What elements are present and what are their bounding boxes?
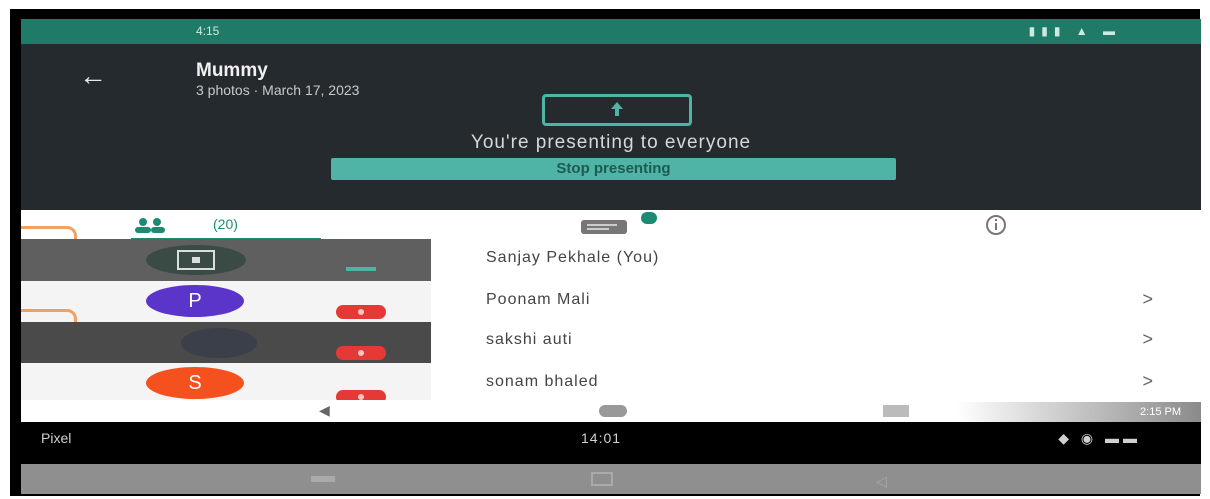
mic-off-icon [336,305,386,319]
participant-name: Sanjay Pekhale (You) [486,249,660,266]
time-toast: 2:15 PM [956,402,1201,422]
chevron-right-icon[interactable]: > [1142,371,1153,392]
tile-participant-p[interactable]: P [21,281,431,322]
page-title: Mummy [196,60,268,81]
nav-back-icon[interactable]: ◀ [319,402,330,419]
chevron-right-icon[interactable]: > [1142,289,1153,310]
meeting-header: ← Mummy 3 photos · March 17, 2023 You're… [21,44,1201,210]
status-bar: 4:15 ▮▮▮ ▲ ▬ [21,19,1201,44]
list-item[interactable]: sonam bhaled > [431,363,1201,403]
arrow-left-icon[interactable]: ← [79,60,107,92]
status-time: 4:15 [196,24,220,38]
chat-badge [641,212,657,224]
participant-list: Sanjay Pekhale (You) Poonam Mali > saksh… [431,239,1201,407]
status-icons: ▮▮▮ ▲ ▬ [1028,24,1121,38]
host-status-bar: Pixel 14:01 ◆ ◉ ▬▬ [21,422,1201,464]
list-item[interactable]: Sanjay Pekhale (You) [431,239,1201,279]
tab-info[interactable] [971,210,1031,241]
avatar [181,328,257,358]
audio-level-indicator [346,267,376,271]
mic-off-icon [336,346,386,360]
chevron-right-icon[interactable]: > [1142,329,1153,350]
participant-tiles: P S [21,220,431,410]
chat-icon [581,220,627,234]
tab-chat[interactable] [581,210,701,241]
present-screen-icon [542,94,692,126]
menu-icon[interactable] [311,476,335,482]
participant-name: Poonam Mali [486,291,591,308]
host-clock: 14:01 [581,430,622,446]
list-item[interactable]: sakshi auti > [431,321,1201,361]
nav-recents-icon[interactable] [883,405,909,417]
stop-presenting-button[interactable]: Stop presenting [331,158,896,180]
participant-name: sakshi auti [486,331,573,348]
phone-screen: 4:15 ▮▮▮ ▲ ▬ ← Mummy 3 photos · March 17… [21,19,1201,494]
tile-participant-photo[interactable] [21,322,431,363]
tile-screen-share[interactable] [21,239,431,281]
page-subtitle: 3 photos · March 17, 2023 [196,82,360,98]
nav-home-icon[interactable] [599,405,627,417]
home-square-icon[interactable] [591,472,613,486]
back-icon[interactable]: ◁ [876,473,887,490]
device-label: Pixel [41,430,72,446]
list-item[interactable]: Poonam Mali > [431,281,1201,321]
participant-name: sonam bhaled [486,373,599,390]
presenting-status: You're presenting to everyone [470,132,752,153]
phone-nav-bar: ◀ 2:15 PM [21,400,1201,422]
host-nav-bar: ◁ [21,464,1201,494]
screen-share-icon [146,245,246,275]
avatar: S [146,367,244,399]
info-icon [986,215,1006,235]
host-status-icons: ◆ ◉ ▬▬ [1058,430,1141,446]
tile-participant-s[interactable]: S [21,363,431,404]
avatar: P [146,285,244,317]
